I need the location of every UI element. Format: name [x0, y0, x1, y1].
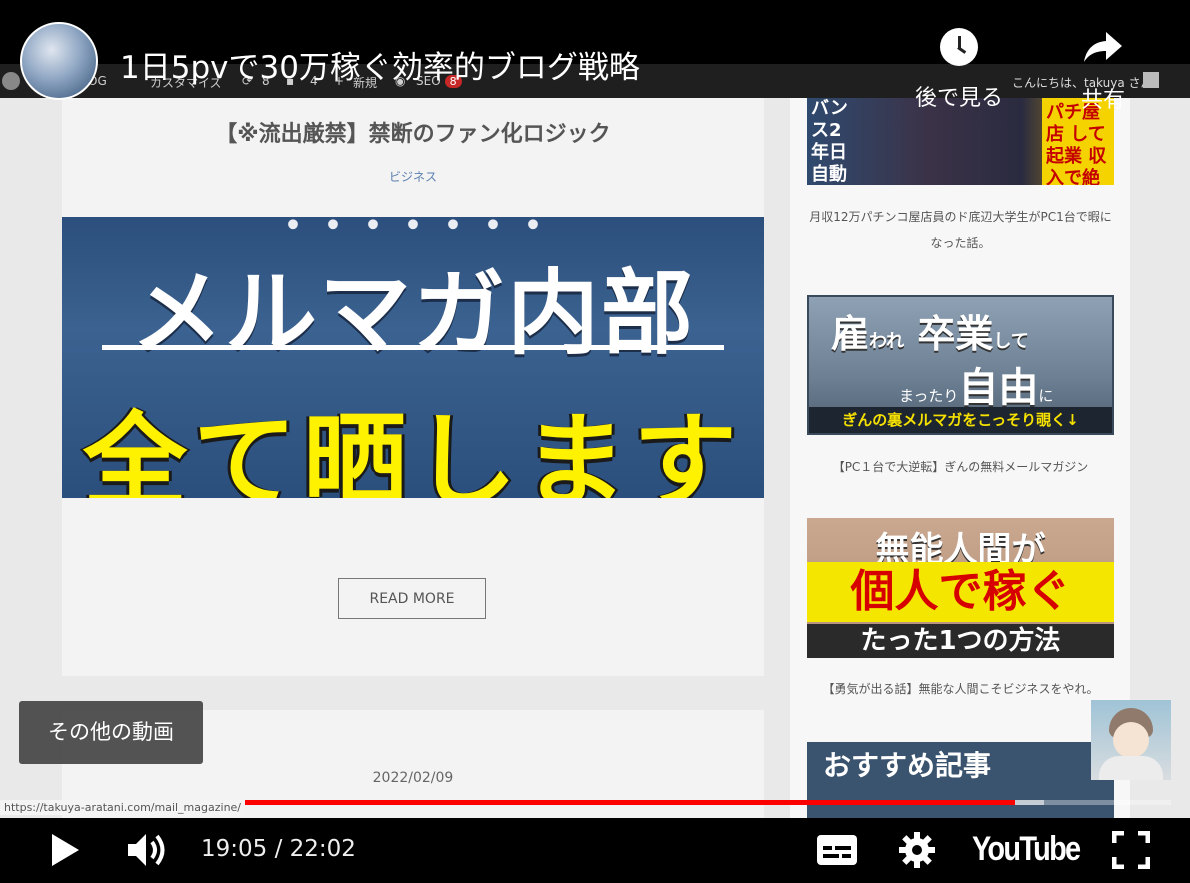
watermark-face — [1113, 722, 1149, 758]
youtube-logo[interactable]: YouTube — [972, 830, 1081, 869]
watch-later-button[interactable]: 後で見る — [900, 28, 1018, 112]
thumb2-small2: して — [993, 331, 1029, 352]
video-title[interactable]: 1日5pvで30万稼ぐ効率的ブログ戦略 — [120, 42, 640, 87]
wp-greeting: こんにちは、takuya さん — [1012, 76, 1153, 90]
thumb2-headline: 雇われ 卒業して — [831, 303, 1029, 358]
thumb2-big: 自由 — [958, 365, 1039, 411]
clock-icon — [940, 28, 978, 66]
thumb3-line3: たった1つの方法 — [807, 624, 1114, 658]
post-date: 2022/02/09 — [372, 770, 454, 786]
thumb1-left-text: バンス2年日 自動収益 った大学生 — [811, 98, 848, 185]
gear-icon — [899, 832, 935, 868]
article-category: ビジネス — [388, 170, 437, 184]
volume-icon — [128, 834, 165, 866]
fullscreen-button[interactable] — [1106, 826, 1156, 874]
thumb2-small: われ — [869, 331, 905, 352]
subtitles-icon — [817, 835, 857, 865]
sidebar-thumb-2: 雇われ 卒業して まったり自由に ぎんの裏メルマガをこっそり覗く↓ — [807, 295, 1114, 435]
article-title: 【※流出厳禁】禁断のファン化ロジック — [215, 122, 611, 147]
thumb4-line1: おすすめ記事 — [823, 749, 992, 782]
video-player[interactable]: OG カスタマイズ ⟳ 8 ▪ 4 + 新規 ◉ SEO 8 【※流出厳禁】禁断の… — [0, 0, 1190, 883]
thumb3-caption: 【勇気が出る話】無能な人間こそビジネスをやれ。 — [822, 682, 1099, 696]
more-videos-button[interactable]: その他の動画 — [19, 701, 203, 764]
control-bar: 19:05 / 22:02 YouTube — [0, 818, 1190, 883]
thumb3-line2: 個人で稼ぐ — [807, 562, 1114, 622]
subtitles-button[interactable] — [812, 826, 862, 874]
hero-underline — [102, 345, 724, 350]
blog-sidebar: バンス2年日 自動収益 った大学生 パチ屋店 して起業 収入で絶 月収12万パチ… — [790, 98, 1130, 818]
share-button[interactable]: 共有 — [1068, 28, 1138, 114]
channel-watermark[interactable] — [1091, 700, 1171, 780]
settings-button[interactable] — [892, 826, 942, 874]
hero-image: ・・・・・・・ メルマガ内部 全て晒します — [62, 217, 764, 498]
play-button[interactable] — [40, 826, 90, 874]
thumb2-banner: ぎんの裏メルマガをこっそり覗く↓ — [809, 407, 1112, 433]
hero-cut-text: ・・・・・・・ — [273, 217, 553, 249]
channel-avatar[interactable] — [20, 22, 98, 100]
wp-user-avatar — [1143, 72, 1159, 88]
fullscreen-icon — [1112, 831, 1150, 869]
thumb2-caption: 【PC１台で大逆転】ぎんの無料メールマガジン — [832, 460, 1089, 474]
play-icon — [52, 834, 79, 866]
watermark-shirt — [1099, 756, 1163, 780]
thumb2-subline: まったり自由に — [899, 355, 1053, 413]
hero-line1: メルマガ内部 — [130, 260, 695, 367]
thumb1-caption: 月収12万パチンコ屋店員のド底辺大学生がPC1台で暇になった話。 — [809, 210, 1112, 250]
hero-line2: 全て晒します — [82, 401, 743, 498]
time-display: 19:05 / 22:02 — [201, 836, 356, 862]
thumb2-sub: まったり — [899, 387, 959, 405]
sidebar-thumb-3: 無能人間が 個人で稼ぐ たった1つの方法 — [807, 518, 1114, 658]
wordpress-icon — [2, 72, 20, 90]
thumb2-main: 雇 — [831, 312, 870, 356]
read-more-button: READ MORE — [338, 578, 486, 619]
watch-later-label: 後で見る — [914, 86, 1003, 111]
volume-button[interactable] — [122, 826, 174, 874]
status-url: https://takuya-aratani.com/mail_magazine… — [0, 800, 246, 815]
thumb2-main2: 卒業 — [917, 312, 994, 356]
thumb2-sub2: に — [1038, 387, 1054, 405]
video-frame[interactable]: OG カスタマイズ ⟳ 8 ▪ 4 + 新規 ◉ SEO 8 【※流出厳禁】禁断の… — [0, 0, 1190, 818]
share-icon — [1084, 32, 1122, 62]
sidebar-thumb-4: おすすめ記事 — [807, 742, 1114, 818]
